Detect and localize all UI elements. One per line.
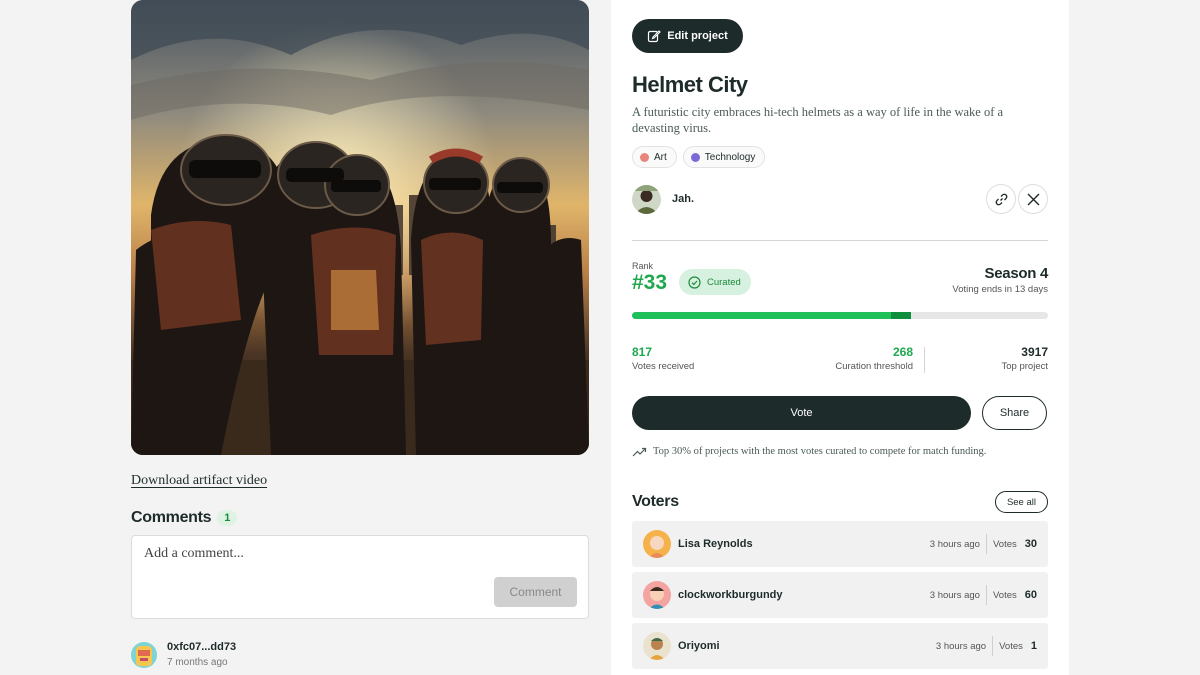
- voter-row[interactable]: clockworkburgundy 3 hours ago Votes 60: [632, 572, 1048, 618]
- comments-count-badge: 1: [217, 510, 238, 526]
- avatar[interactable]: [632, 184, 661, 214]
- voter-divider: [985, 534, 987, 554]
- rank-section: Rank #33 Curated Season 4 Voting ends in…: [632, 261, 1048, 297]
- voter-meta: 3 hours ago Votes 30: [930, 534, 1037, 554]
- voter-avatar-icon: [643, 632, 671, 660]
- season-title: Season 4: [984, 265, 1049, 282]
- avatar: [643, 530, 671, 558]
- rank-value: #33: [632, 271, 668, 294]
- curation-threshold-label: Curation threshold: [835, 361, 913, 372]
- votes-progress-segment: [890, 312, 911, 319]
- voter-name: Lisa Reynolds: [678, 538, 753, 550]
- comment-username[interactable]: 0xfc07...dd73: [167, 641, 236, 653]
- divider: [632, 240, 1048, 241]
- project-description: A futuristic city embraces hi-tech helme…: [632, 105, 1004, 135]
- top-project-label: Top project: [1001, 361, 1048, 372]
- voter-name: clockworkburgundy: [678, 589, 783, 601]
- trending-up-icon: [632, 447, 647, 456]
- voter-votes-count: 1: [1030, 640, 1037, 652]
- curation-info: Top 30% of projects with the most votes …: [632, 446, 1048, 457]
- edit-project-label: Edit project: [667, 30, 728, 42]
- tag-art[interactable]: Art: [632, 146, 677, 168]
- author-avatar-icon: [632, 184, 661, 214]
- voter-votes-label: Votes: [992, 589, 1017, 601]
- voters-title: Voters: [632, 493, 679, 510]
- curation-info-text: Top 30% of projects with the most votes …: [653, 446, 987, 457]
- avatar: [643, 632, 671, 660]
- voter-meta: 3 hours ago Votes 60: [930, 585, 1037, 605]
- palette-icon: [640, 152, 649, 162]
- edit-project-button[interactable]: Edit project: [632, 19, 743, 53]
- voting-deadline: Voting ends in 13 days: [952, 284, 1048, 295]
- stat-curation-threshold: 268 Curation threshold: [835, 345, 913, 372]
- artwork-column: Download artifact video Comments 1 Comme…: [131, 0, 589, 668]
- see-all-voters-button[interactable]: See all: [994, 491, 1048, 513]
- comment-item: 0xfc07...dd73 7 months ago: [131, 641, 589, 668]
- voter-avatar-icon: [643, 530, 671, 558]
- tag-label: Technology: [704, 151, 756, 163]
- voter-votes-label: Votes: [999, 640, 1023, 652]
- copy-link-button[interactable]: [986, 184, 1016, 214]
- artwork-illustration: [131, 0, 589, 455]
- stat-top-project: 3917 Top project: [1002, 345, 1048, 372]
- vote-button[interactable]: Vote: [632, 396, 971, 430]
- share-on-x-button[interactable]: [1018, 184, 1048, 214]
- top-project-value: 3917: [1021, 345, 1048, 359]
- project-title: Helmet City: [632, 72, 748, 97]
- tag-technology[interactable]: Technology: [682, 146, 766, 168]
- voter-name: Oriyomi: [678, 640, 720, 652]
- stat-divider: [924, 347, 925, 373]
- tag-label: Art: [654, 151, 667, 163]
- stat-votes-received: 817 Votes received: [632, 345, 694, 372]
- comment-input[interactable]: [132, 536, 588, 576]
- vote-stats: 817 Votes received 268 Curation threshol…: [632, 345, 1048, 375]
- curated-label: Curated: [707, 276, 741, 288]
- voter-row[interactable]: Lisa Reynolds 3 hours ago Votes 30: [632, 521, 1048, 567]
- download-artifact-link[interactable]: Download artifact video: [131, 473, 267, 489]
- x-logo-icon: [1027, 193, 1039, 205]
- voter-meta: 3 hours ago Votes 1: [936, 636, 1037, 656]
- edit-icon: [648, 30, 662, 43]
- voter-votes-label: Votes: [992, 538, 1017, 550]
- commenter-avatar-icon: [131, 641, 157, 668]
- comment-submit-button[interactable]: Comment: [494, 577, 577, 607]
- voter-divider: [992, 636, 994, 656]
- voter-time: 3 hours ago: [929, 589, 980, 601]
- author-row: Jah.: [632, 184, 1048, 214]
- votes-received-label: Votes received: [632, 361, 695, 372]
- season-info: Season 4 Voting ends in 13 days: [952, 265, 1048, 295]
- avatar[interactable]: [131, 641, 157, 668]
- voter-time: 3 hours ago: [929, 538, 980, 550]
- votes-progress-bar: [632, 312, 1048, 319]
- comment-composer: Comment: [131, 535, 589, 619]
- comments-header: Comments 1: [131, 509, 589, 527]
- avatar: [643, 581, 671, 609]
- action-row: Vote Share: [632, 396, 1048, 430]
- votes-progress-fill: [632, 312, 911, 319]
- project-panel: Edit project Helmet City A futuristic ci…: [611, 0, 1069, 675]
- author-name[interactable]: Jah.: [672, 193, 694, 205]
- voter-divider: [985, 585, 987, 605]
- voter-row[interactable]: Oriyomi 3 hours ago Votes 1: [632, 623, 1048, 669]
- share-button[interactable]: Share: [982, 396, 1047, 430]
- link-icon: [995, 193, 1007, 205]
- voter-time: 3 hours ago: [935, 640, 987, 652]
- artwork-image[interactable]: [131, 0, 589, 455]
- tag-list: Art Technology: [632, 146, 1048, 168]
- curation-threshold-value: 268: [892, 345, 913, 359]
- voter-avatar-icon: [643, 581, 671, 609]
- check-circle-icon: [688, 275, 701, 289]
- chip-icon: [690, 152, 700, 162]
- voters-header: Voters See all: [632, 491, 1048, 513]
- comments-title: Comments: [131, 509, 212, 526]
- comment-timestamp: 7 months ago: [167, 657, 228, 668]
- curated-badge: Curated: [679, 269, 751, 295]
- voter-votes-count: 30: [1024, 538, 1037, 550]
- votes-received-value: 817: [632, 345, 653, 359]
- voter-votes-count: 60: [1024, 589, 1037, 601]
